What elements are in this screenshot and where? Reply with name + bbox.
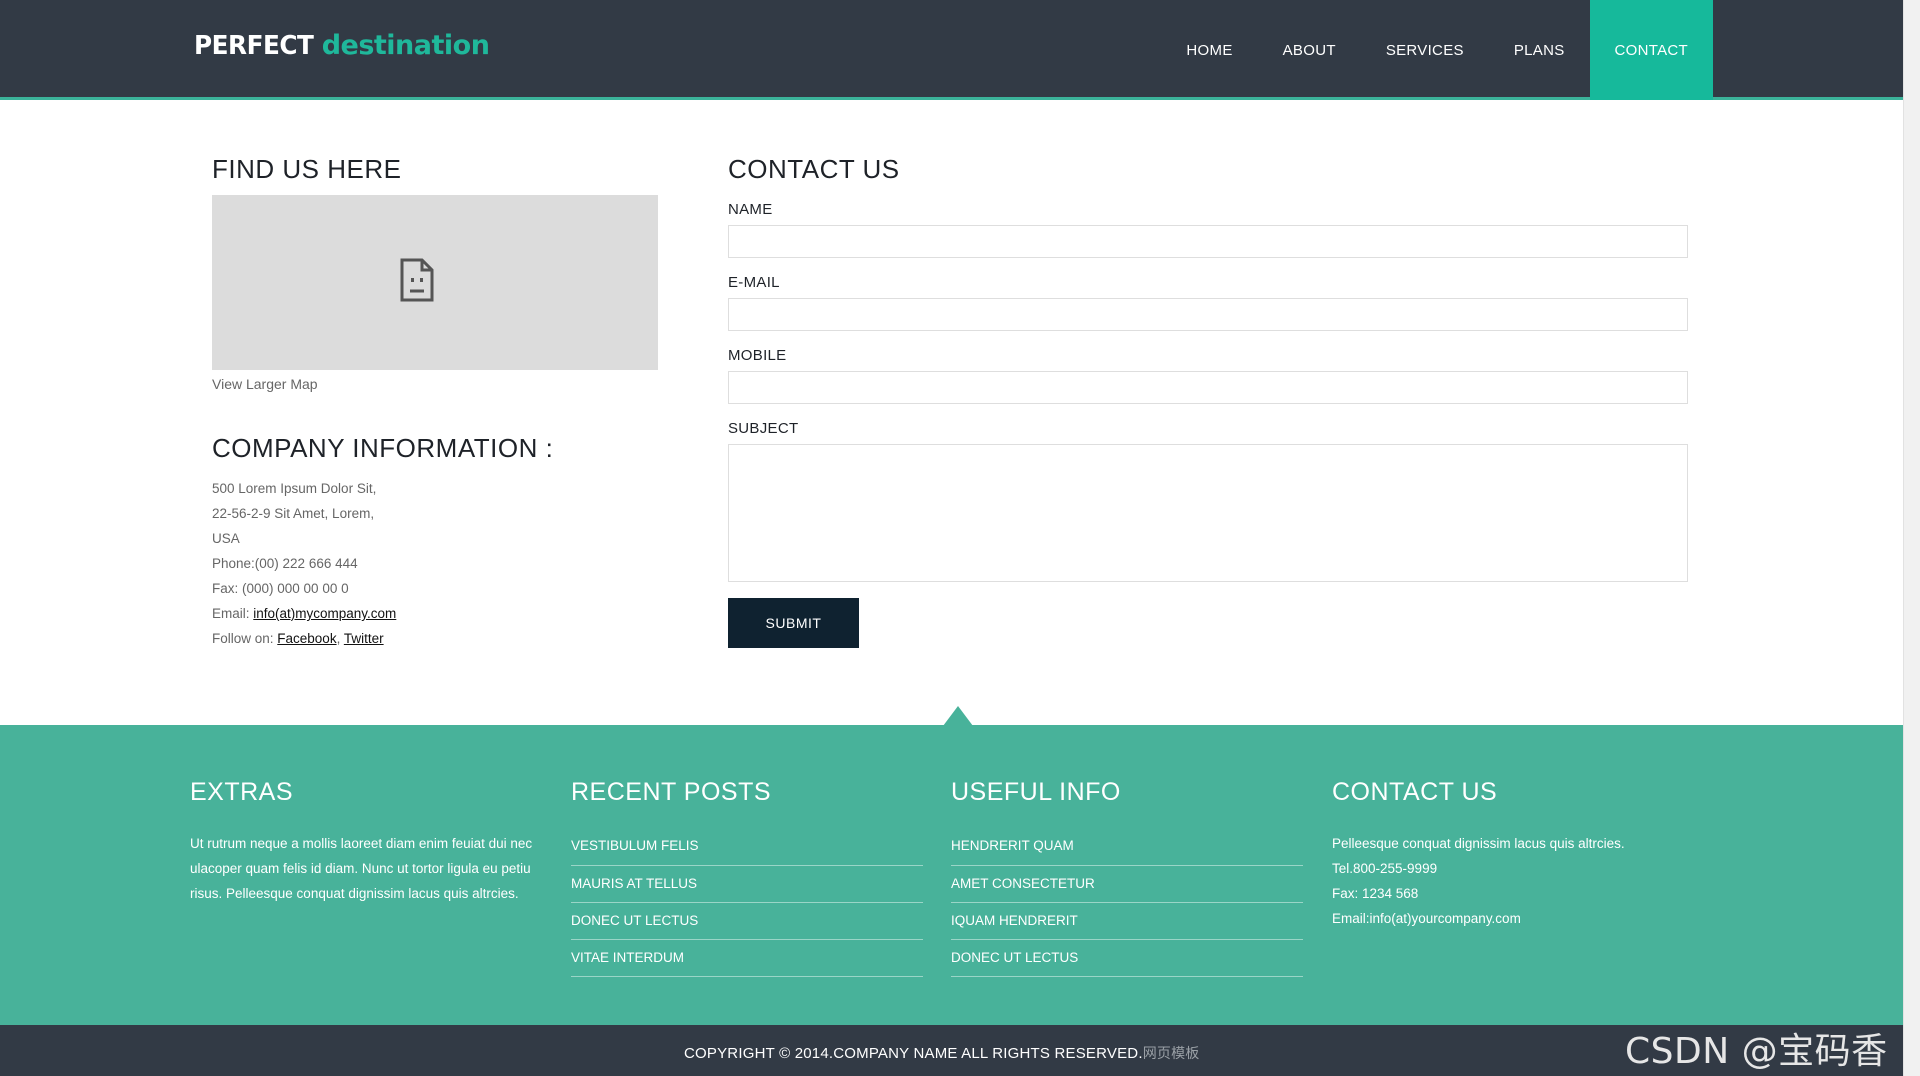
facebook-link[interactable]: Facebook — [277, 631, 336, 646]
mobile-label: MOBILE — [728, 347, 787, 364]
company-info-title: COMPANY INFORMATION : — [212, 433, 554, 463]
address-line-1: 500 Lorem Ipsum Dolor Sit, — [212, 481, 377, 496]
company-email-link[interactable]: info(at)mycompany.com — [253, 606, 396, 621]
address-line-3: USA — [212, 531, 240, 546]
footer-contact-title: CONTACT US — [1332, 778, 1498, 806]
nav-contact[interactable]: CONTACT — [1589, 0, 1713, 100]
nav-services[interactable]: SERVICES — [1361, 0, 1489, 100]
twitter-link[interactable]: Twitter — [344, 631, 384, 646]
subject-textarea[interactable] — [728, 444, 1688, 582]
site-header: PERFECT destination HOME ABOUT SERVICES … — [0, 0, 1903, 100]
useful-info-item[interactable]: DONEC UT LECTUS — [951, 940, 1303, 977]
name-label: NAME — [728, 201, 773, 218]
company-fax: Fax: (000) 000 00 00 0 — [212, 581, 349, 596]
recent-posts-title: RECENT POSTS — [571, 778, 772, 806]
logo-text-perfect: PERFECT — [194, 31, 314, 61]
follow-row: Follow on: Facebook, Twitter — [212, 626, 396, 651]
site-logo[interactable]: PERFECT destination — [194, 30, 490, 61]
footer-contact-tel: Tel.800-255-9999 — [1332, 861, 1438, 876]
csdn-watermark: CSDN @宝码香车 — [1625, 1031, 1888, 1072]
nav-about[interactable]: ABOUT — [1258, 0, 1361, 100]
email-field[interactable] — [728, 298, 1688, 331]
recent-post-item[interactable]: VESTIBULUM FELIS — [571, 831, 923, 866]
main-nav: HOME ABOUT SERVICES PLANS CONTACT — [1161, 0, 1713, 100]
useful-info-title: USEFUL INFO — [951, 778, 1121, 806]
useful-info-item[interactable]: IQUAM HENDRERIT — [951, 903, 1303, 940]
nav-home[interactable]: HOME — [1161, 0, 1257, 100]
broken-document-icon — [400, 258, 434, 302]
page: PERFECT destination HOME ABOUT SERVICES … — [0, 0, 1903, 1076]
template-link[interactable]: 网页模板 — [1143, 1045, 1200, 1061]
follow-separator: , — [336, 631, 344, 646]
footer-contact-email: Email:info(at)yourcompany.com — [1332, 911, 1521, 926]
recent-post-item[interactable]: DONEC UT LECTUS — [571, 903, 923, 940]
address-line-2: 22-56-2-9 Sit Amet, Lorem, — [212, 506, 375, 521]
subject-label: SUBJECT — [728, 420, 799, 437]
email-label: E-MAIL — [728, 274, 780, 291]
submit-button[interactable]: SUBMIT — [728, 598, 859, 648]
logo-text-destination: destination — [321, 30, 490, 61]
copyright-text: COPYRIGHT © 2014.COMPANY NAME ALL RIGHTS… — [684, 1043, 1200, 1063]
footer-useful-info: USEFUL INFO HENDRERIT QUAM AMET CONSECTE… — [951, 778, 1303, 977]
company-info-block: 500 Lorem Ipsum Dolor Sit, 22-56-2-9 Sit… — [212, 476, 396, 651]
company-phone: Phone:(00) 222 666 444 — [212, 556, 358, 571]
map-embed[interactable] — [212, 195, 658, 370]
footer-extras: EXTRAS Ut rutrum neque a mollis laoreet … — [190, 778, 542, 906]
recent-post-item[interactable]: MAURIS AT TELLUS — [571, 866, 923, 903]
useful-info-item[interactable]: AMET CONSECTETUR — [951, 866, 1303, 903]
footer-contact: CONTACT US Pelleesque conquat dignissim … — [1332, 778, 1684, 931]
name-field[interactable] — [728, 225, 1688, 258]
useful-info-list: HENDRERIT QUAM AMET CONSECTETUR IQUAM HE… — [951, 831, 1303, 977]
company-email-row: Email: info(at)mycompany.com — [212, 601, 396, 626]
useful-info-item[interactable]: HENDRERIT QUAM — [951, 831, 1303, 866]
follow-label: Follow on: — [212, 631, 278, 646]
footer-contact-line-1: Pelleesque conquat dignissim lacus quis … — [1332, 836, 1625, 851]
copyright-main: COPYRIGHT © 2014.COMPANY NAME ALL RIGHTS… — [684, 1045, 1143, 1062]
vertical-scrollbar[interactable] — [1903, 0, 1920, 1076]
footer-arrow — [943, 706, 973, 726]
view-larger-map-link[interactable]: View Larger Map — [212, 376, 318, 392]
footer-contact-fax: Fax: 1234 568 — [1332, 886, 1419, 901]
find-us-title: FIND US HERE — [212, 154, 402, 184]
mobile-field[interactable] — [728, 371, 1688, 404]
recent-post-item[interactable]: VITAE INTERDUM — [571, 940, 923, 977]
footer-recent-posts: RECENT POSTS VESTIBULUM FELIS MAURIS AT … — [571, 778, 923, 977]
extras-text: Ut rutrum neque a mollis laoreet diam en… — [190, 836, 533, 901]
contact-form-title: CONTACT US — [728, 154, 900, 184]
nav-plans[interactable]: PLANS — [1489, 0, 1590, 100]
email-label: Email: — [212, 606, 254, 621]
extras-title: EXTRAS — [190, 778, 294, 806]
recent-posts-list: VESTIBULUM FELIS MAURIS AT TELLUS DONEC … — [571, 831, 923, 977]
